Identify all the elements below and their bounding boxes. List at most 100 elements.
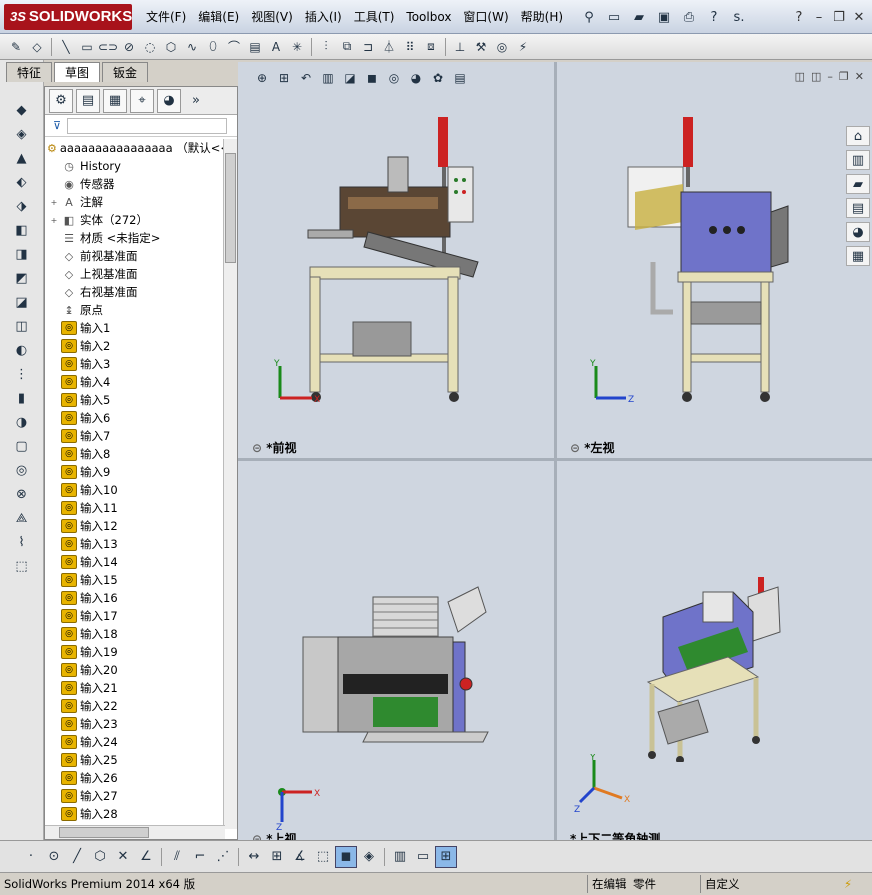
tree-filter-input[interactable]: [67, 117, 228, 134]
restore-icon[interactable]: ❐: [830, 8, 848, 26]
tree-item-imported[interactable]: ◎ 输入24: [45, 733, 223, 751]
minimize-icon[interactable]: –: [810, 8, 828, 26]
pin-icon[interactable]: ⚲: [578, 6, 600, 28]
menu-window[interactable]: 窗口(W): [457, 0, 514, 34]
tree-item-imported[interactable]: ◎ 输入10: [45, 481, 223, 499]
property-manager-icon[interactable]: ▤: [76, 88, 100, 113]
tree-item-imported[interactable]: ◎ 输入4: [45, 373, 223, 391]
angle-icon[interactable]: ∡: [289, 846, 311, 868]
help-question-icon[interactable]: ?: [790, 8, 808, 26]
boundary-cut-icon[interactable]: ◫: [9, 316, 35, 336]
viewport-minimize-icon[interactable]: –: [827, 70, 833, 83]
dimxpert-icon[interactable]: ⌖: [130, 88, 154, 113]
line-tool-icon[interactable]: ╱: [66, 846, 88, 868]
tree-horizontal-scrollbar[interactable]: [45, 825, 225, 839]
four-view-icon[interactable]: ⊞: [435, 845, 457, 868]
tree-item[interactable]: + A 注解: [45, 193, 223, 211]
point-tool-icon[interactable]: ·: [20, 846, 42, 868]
tree-item-imported[interactable]: ◎ 输入21: [45, 679, 223, 697]
tree-item[interactable]: ◷ History: [45, 157, 223, 175]
split-horizontal-icon[interactable]: ◫: [795, 70, 805, 83]
3d-box-icon[interactable]: ⬚: [312, 846, 334, 868]
mirror-icon[interactable]: ⏃: [379, 37, 399, 57]
expand-panel-icon[interactable]: »: [184, 89, 208, 113]
hide-show-items-icon[interactable]: ◎: [384, 68, 404, 88]
display-style-icon[interactable]: ◼: [362, 68, 382, 88]
relations-icon[interactable]: ⊥: [450, 37, 470, 57]
convert-entities-icon[interactable]: ⧉: [337, 37, 357, 57]
tree-item-imported[interactable]: ◎ 输入5: [45, 391, 223, 409]
fillet-feature-icon[interactable]: ◐: [9, 340, 35, 360]
tree-item-imported[interactable]: ◎ 输入9: [45, 463, 223, 481]
tab-sheet-metal[interactable]: 钣金: [102, 62, 149, 82]
trim-tool-icon[interactable]: ✕: [112, 846, 134, 868]
menu-edit[interactable]: 编辑(E): [192, 0, 245, 34]
display-mode-icon[interactable]: ◈: [358, 846, 380, 868]
construction-geometry-icon[interactable]: ⋰: [212, 846, 234, 868]
tree-item-imported[interactable]: ◎ 输入15: [45, 571, 223, 589]
tree-item-imported[interactable]: ◎ 输入2: [45, 337, 223, 355]
sweep-boss-icon[interactable]: ▲: [9, 148, 35, 168]
status-units[interactable]: 自定义: [700, 875, 740, 893]
tree-item-imported[interactable]: ◎ 输入18: [45, 625, 223, 643]
offset-icon[interactable]: ⊐: [358, 37, 378, 57]
tree-item-imported[interactable]: ◎ 输入20: [45, 661, 223, 679]
dimension-icon[interactable]: ↔: [243, 846, 265, 868]
repair-sketch-icon[interactable]: ⚒: [471, 37, 491, 57]
layout-icon[interactable]: ▥: [389, 846, 411, 868]
tree-item-imported[interactable]: ◎ 输入23: [45, 715, 223, 733]
tree-item[interactable]: ◇ 右视基准面: [45, 283, 223, 301]
new-document-icon[interactable]: ▭: [603, 6, 625, 28]
expand-toggle-icon[interactable]: +: [49, 198, 59, 207]
wrap-icon[interactable]: ◎: [9, 460, 35, 480]
split-vertical-icon[interactable]: ◫: [811, 70, 821, 83]
tree-item-imported[interactable]: ◎ 输入6: [45, 409, 223, 427]
move-entities-icon[interactable]: ⧈: [421, 37, 441, 57]
menu-toolbox[interactable]: Toolbox: [400, 0, 457, 34]
viewport-divider-horizontal[interactable]: [238, 458, 872, 461]
display-manager-icon[interactable]: ◕: [157, 88, 181, 113]
fillet-icon[interactable]: ⌒: [224, 37, 244, 57]
graphics-area[interactable]: ⊕ ⊞ ↶ ▥ ◪ ◼ ◎ ◕ ✿ ▤ ◫ ◫ – ❐ ✕ Y X Y Z X …: [238, 62, 872, 846]
menu-insert[interactable]: 插入(I): [299, 0, 348, 34]
point-icon[interactable]: ✳: [287, 37, 307, 57]
scroll-thumb[interactable]: [59, 827, 149, 838]
tree-item-imported[interactable]: ◎ 输入28: [45, 805, 223, 823]
tree-item[interactable]: + ◧ 实体（272）: [45, 211, 223, 229]
centerpoint-icon[interactable]: ⊙: [43, 846, 65, 868]
reference-geometry-icon[interactable]: ⟁: [9, 508, 35, 528]
draft-icon[interactable]: ◑: [9, 412, 35, 432]
options-menu-label[interactable]: s.: [728, 6, 750, 28]
design-library-icon[interactable]: ▥: [846, 150, 870, 170]
help-icon[interactable]: ?: [703, 6, 725, 28]
split-entities-icon[interactable]: ⫽: [166, 846, 188, 868]
section-view-icon[interactable]: ▥: [318, 68, 338, 88]
print-icon[interactable]: ⎙: [678, 6, 700, 28]
instant3d-icon[interactable]: ⬚: [9, 556, 35, 576]
smart-dimension-icon[interactable]: ◇: [27, 37, 47, 57]
view-settings-icon[interactable]: ▤: [450, 68, 470, 88]
tab-features[interactable]: 特征: [6, 62, 53, 82]
rapid-sketch-icon[interactable]: ⚡: [513, 37, 533, 57]
rib-icon[interactable]: ▮: [9, 388, 35, 408]
tree-item-imported[interactable]: ◎ 输入14: [45, 553, 223, 571]
tree-item-imported[interactable]: ◎ 输入25: [45, 751, 223, 769]
configuration-manager-icon[interactable]: ▦: [103, 88, 127, 113]
rebuild-icon[interactable]: ⚡: [840, 875, 852, 893]
tree-item-imported[interactable]: ◎ 输入3: [45, 355, 223, 373]
isometric-view-model[interactable]: [638, 572, 798, 762]
tree-item[interactable]: ◉ 传感器: [45, 175, 223, 193]
tab-sketch[interactable]: 草图: [54, 62, 101, 82]
tree-item-imported[interactable]: ◎ 输入22: [45, 697, 223, 715]
left-view-model[interactable]: [623, 112, 813, 412]
edit-appearance-icon[interactable]: ◕: [406, 68, 426, 88]
quick-snaps-icon[interactable]: ◎: [492, 37, 512, 57]
solidworks-resources-icon[interactable]: ⌂: [846, 126, 870, 146]
menu-help[interactable]: 帮助(H): [515, 0, 569, 34]
previous-view-icon[interactable]: ↶: [296, 68, 316, 88]
polygon-icon[interactable]: ⬡: [161, 37, 181, 57]
tree-item-imported[interactable]: ◎ 输入7: [45, 427, 223, 445]
feature-manager-tree-icon[interactable]: ⚙: [49, 88, 73, 113]
swept-cut-icon[interactable]: ◩: [9, 268, 35, 288]
tree-item-imported[interactable]: ◎ 输入8: [45, 445, 223, 463]
